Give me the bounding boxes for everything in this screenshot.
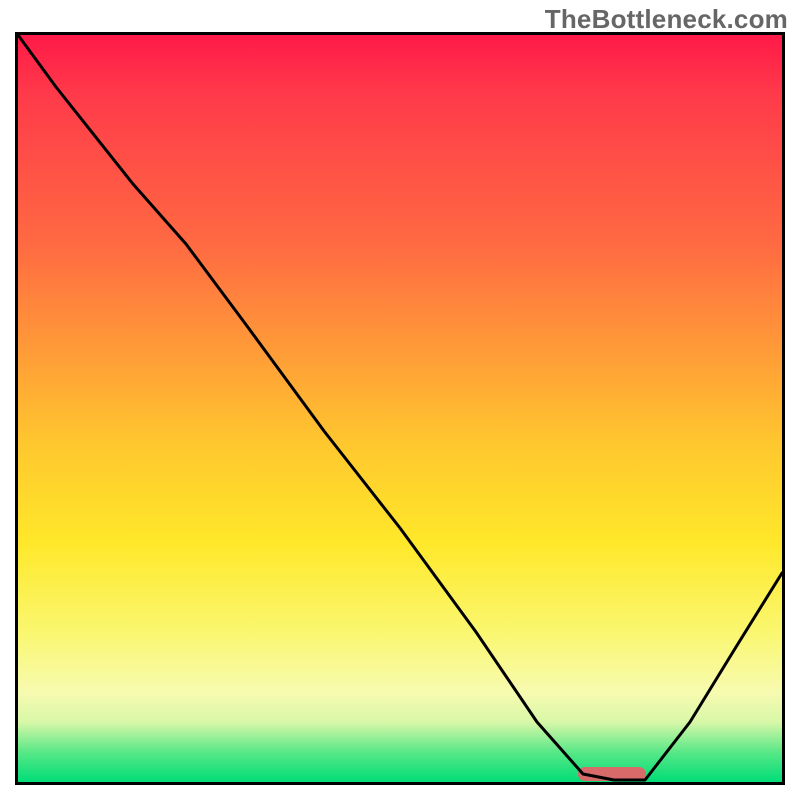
bottleneck-curve-path bbox=[18, 35, 782, 780]
plot-area bbox=[15, 32, 785, 785]
watermark-text: TheBottleneck.com bbox=[545, 4, 788, 35]
curve-layer bbox=[18, 35, 782, 782]
chart-container: TheBottleneck.com bbox=[0, 0, 800, 800]
